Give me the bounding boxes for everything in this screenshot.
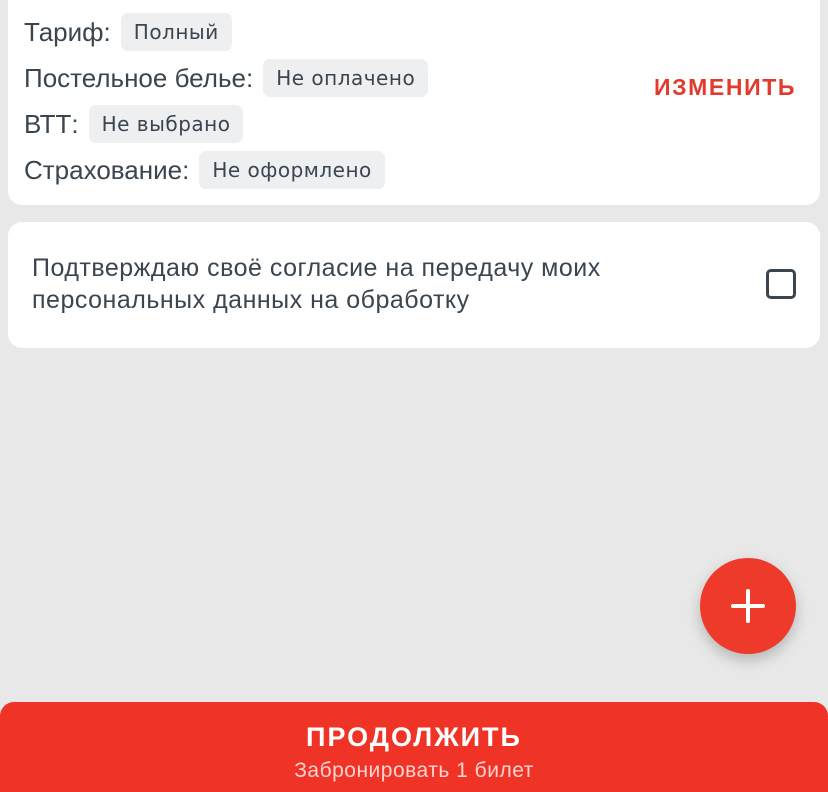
continue-button[interactable]: ПРОДОЛЖИТЬ Забронировать 1 билет: [0, 702, 828, 792]
row-insurance: Страхование: Не оформлено: [24, 150, 385, 190]
continue-sublabel: Забронировать 1 билет: [294, 759, 534, 782]
row-bed-linen: Постельное белье: Не оплачено: [24, 58, 429, 98]
consent-card: Подтверждаю своё согласие на передачу мо…: [8, 222, 820, 348]
add-passenger-button[interactable]: [700, 558, 796, 654]
vtt-value-chip: Не выбрано: [88, 105, 244, 143]
insurance-label: Страхование:: [24, 154, 190, 185]
continue-label: ПРОДОЛЖИТЬ: [306, 722, 522, 752]
tariff-value-chip: Полный: [120, 13, 232, 51]
bed-linen-value-chip: Не оплачено: [263, 59, 429, 97]
bed-linen-label: Постельное белье:: [24, 62, 254, 93]
row-vtt: ВТТ: Не выбрано: [24, 104, 244, 144]
ticket-details-card: Тариф: Полный Постельное белье: Не оплач…: [8, 0, 820, 205]
consent-text: Подтверждаю своё согласие на передачу мо…: [32, 254, 601, 314]
change-button[interactable]: ИЗМЕНИТЬ: [654, 74, 796, 101]
vtt-label: ВТТ:: [24, 108, 79, 139]
consent-checkbox[interactable]: [766, 269, 796, 299]
insurance-value-chip: Не оформлено: [199, 151, 385, 189]
row-tariff: Тариф: Полный: [24, 12, 232, 52]
tariff-label: Тариф:: [24, 16, 111, 47]
